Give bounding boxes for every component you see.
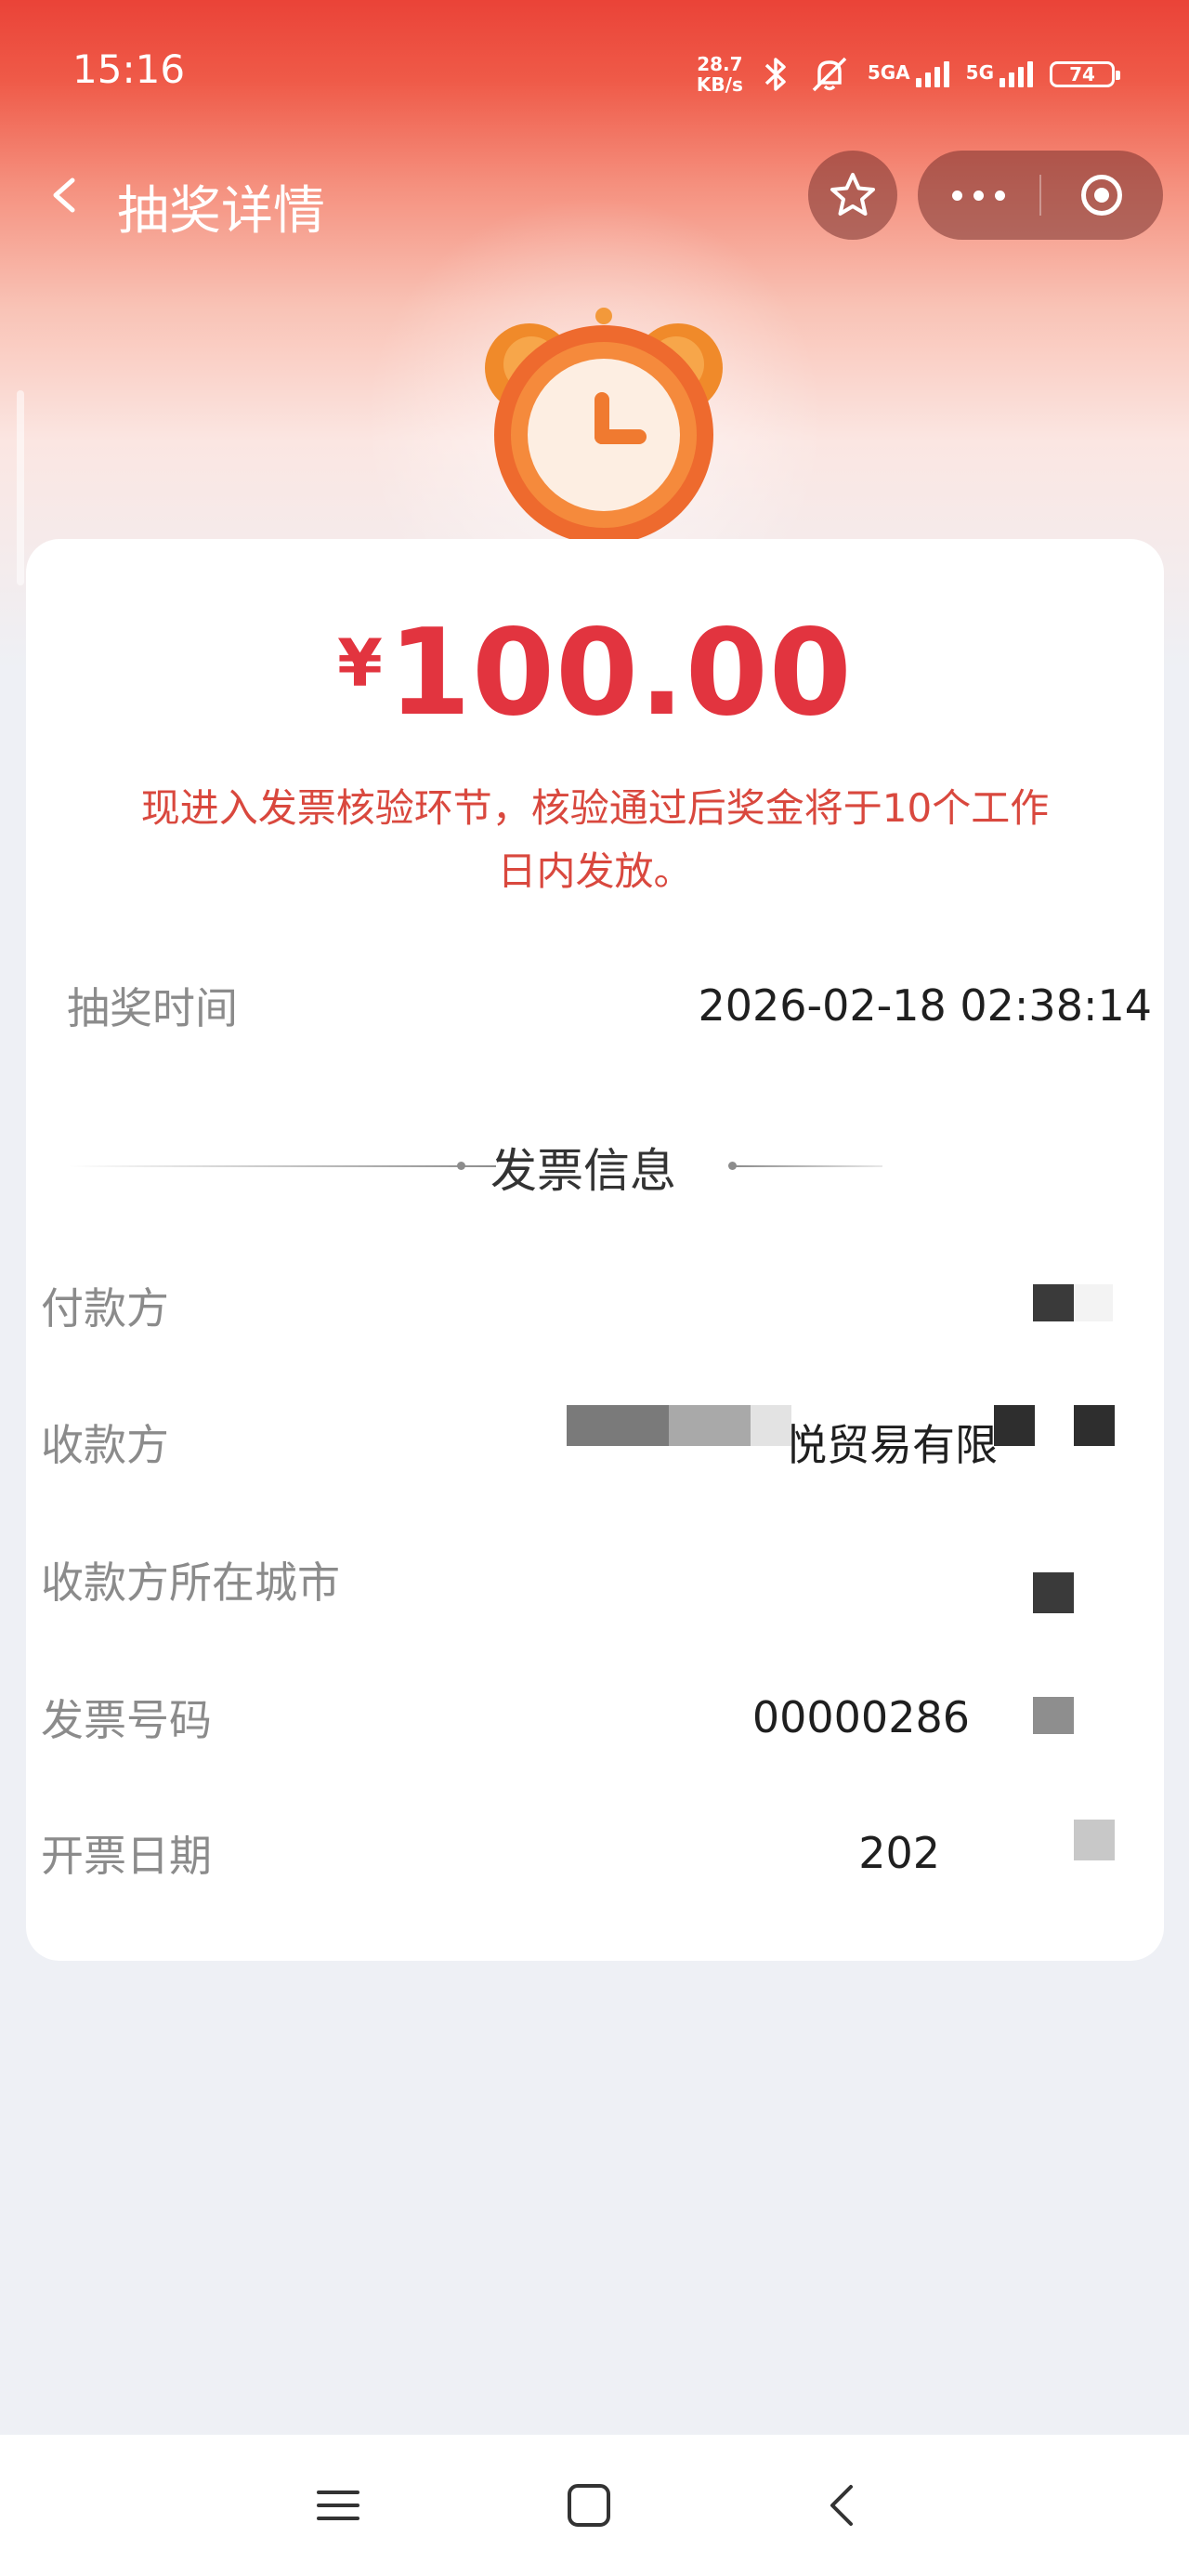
prize-amount: ¥100.00 — [26, 604, 1164, 743]
invoice-section-title: 发票信息 — [490, 1144, 676, 1198]
page-title: 抽奖详情 — [117, 181, 325, 242]
system-navigation-bar — [0, 2435, 1189, 2576]
close-miniprogram-button[interactable] — [1041, 151, 1163, 240]
payer-label: 付款方 — [41, 1283, 169, 1334]
invoice-row-payee-city: 收款方所在城市 — [41, 1543, 1126, 1617]
status-bar: 15:16 28.7 KB/s 5GA 5G 74 — [0, 0, 1189, 149]
more-dots-icon — [952, 190, 1005, 201]
invoice-date-label: 开票日期 — [41, 1831, 212, 1881]
back-triangle-icon — [830, 2485, 853, 2526]
redaction-block — [1033, 1284, 1074, 1321]
alarm-clock-icon — [485, 308, 723, 545]
draw-time-value: 2026-02-18 02:38:14 — [698, 980, 1152, 1031]
payee-label: 收款方 — [41, 1420, 169, 1470]
invoice-date-value: 202 — [858, 1828, 940, 1878]
favorite-button[interactable] — [808, 151, 897, 240]
invoice-number-label: 发票号码 — [41, 1695, 212, 1745]
prize-amount-value: 100.00 — [387, 604, 853, 743]
invoice-row-date: 开票日期 202 — [41, 1816, 1126, 1890]
back-button[interactable] — [37, 167, 93, 223]
menu-button[interactable] — [308, 2476, 368, 2535]
redaction-block — [751, 1405, 791, 1446]
payee-value: 悦贸易有限 — [784, 1420, 998, 1470]
redaction-block — [1033, 1697, 1074, 1734]
verification-notice: 现进入发票核验环节，核验通过后奖金将于10个工作日内发放。 — [140, 785, 1050, 894]
home-button[interactable] — [559, 2476, 619, 2535]
system-back-button[interactable] — [812, 2476, 871, 2535]
redaction-block — [1074, 1284, 1113, 1321]
currency-symbol: ¥ — [337, 625, 383, 702]
status-time: 15:16 — [72, 46, 186, 92]
invoice-number-value: 00000286 — [751, 1692, 970, 1742]
draw-time-label: 抽奖时间 — [67, 983, 238, 1033]
battery-level: 74 — [1069, 63, 1095, 85]
network-speed-unit: KB/s — [696, 73, 743, 96]
sim2-label: 5G — [965, 61, 994, 84]
payee-city-label: 收款方所在城市 — [41, 1557, 340, 1608]
signal-sim1: 5GA — [868, 61, 949, 87]
miniprogram-capsule — [918, 151, 1163, 240]
redaction-block — [1074, 1820, 1115, 1860]
draw-time-row: 抽奖时间 2026-02-18 02:38:14 — [67, 968, 1152, 1043]
scroll-indicator — [17, 390, 24, 585]
network-speed-value: 28.7 — [697, 53, 743, 75]
menu-lines-icon — [317, 2491, 359, 2520]
signal-sim2: 5G — [966, 61, 1033, 87]
invoice-row-number: 发票号码 00000286 — [41, 1680, 1126, 1755]
redaction-block — [669, 1405, 751, 1446]
more-button[interactable] — [918, 151, 1039, 240]
invoice-section-header: 发票信息 — [41, 1124, 1126, 1208]
chevron-left-icon — [53, 177, 75, 213]
divider-right — [734, 1165, 882, 1167]
network-speed: 28.7 KB/s — [697, 54, 743, 95]
redaction-block — [1033, 1572, 1074, 1613]
star-icon — [830, 173, 875, 216]
bluetooth-icon — [764, 58, 786, 91]
battery-indicator: 74 — [1050, 61, 1120, 87]
redaction-block — [1074, 1405, 1115, 1446]
redaction-block — [567, 1405, 669, 1446]
invoice-row-payer: 付款方 — [41, 1268, 1126, 1343]
redaction-block — [994, 1405, 1035, 1446]
mute-bell-icon — [812, 57, 847, 92]
sim1-label: 5GA — [867, 61, 910, 84]
navigation-bar: 抽奖详情 — [0, 149, 1189, 242]
home-square-icon — [568, 2484, 610, 2527]
target-icon — [1081, 175, 1123, 216]
status-icons: 28.7 KB/s 5GA 5G 74 — [697, 48, 1120, 100]
